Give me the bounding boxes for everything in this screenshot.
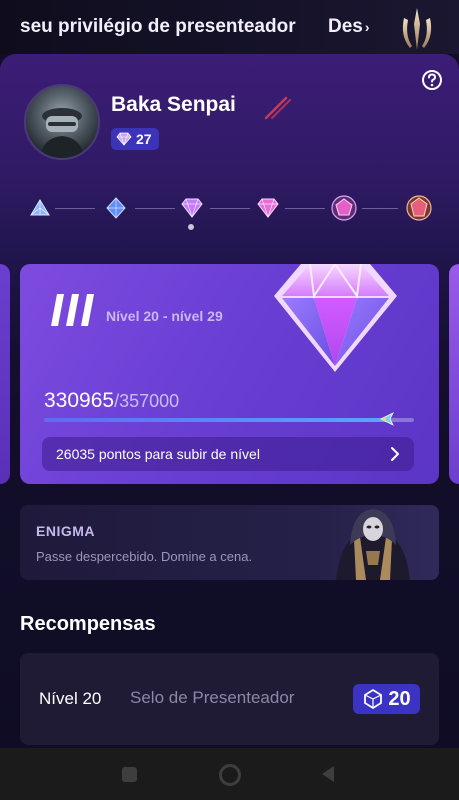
back-icon[interactable] <box>320 764 336 784</box>
next-level-row[interactable]: 26035 pontos para subir de nível <box>42 437 414 471</box>
points-current: 330965 <box>44 389 115 412</box>
level-badge: 27 <box>111 128 159 150</box>
tier-4-icon[interactable] <box>256 198 280 218</box>
enigma-title: ENIGMA <box>36 523 95 539</box>
points-display: 330965/357000 <box>44 389 179 413</box>
level-card[interactable]: Nível 20 - nível 29 330965/357000 26035 … <box>20 264 439 484</box>
track-line <box>55 208 95 209</box>
reward-badge-value: 20 <box>388 687 411 710</box>
reward-badge: 20 <box>353 684 420 714</box>
top-banner: seu privilégio de presenteador Des › <box>0 0 459 54</box>
level-numeral-icon <box>51 294 94 326</box>
track-line <box>285 208 325 209</box>
tier-5-icon[interactable] <box>330 194 358 222</box>
tier-2-icon[interactable] <box>105 196 127 220</box>
level-badge-value: 27 <box>136 131 152 147</box>
tier-1-icon[interactable] <box>29 198 51 218</box>
rewards-title: Recompensas <box>20 613 156 635</box>
reward-level: Nível 20 <box>39 689 102 708</box>
track-line <box>135 208 175 209</box>
current-tier-dot <box>188 224 194 230</box>
diamond-icon <box>274 264 397 372</box>
points-max: /357000 <box>114 391 180 411</box>
home-icon[interactable] <box>219 764 241 786</box>
track-line <box>210 208 250 209</box>
avatar-image <box>40 108 84 158</box>
track-line <box>362 208 398 209</box>
question-circle-icon[interactable] <box>421 69 443 91</box>
avatar[interactable] <box>24 84 100 160</box>
level-range: Nível 20 - nível 29 <box>106 308 223 324</box>
enigma-card[interactable]: ENIGMA Passe despercebido. Domine a cena… <box>20 505 439 580</box>
username: Baka Senpai <box>111 93 236 116</box>
prev-level-card[interactable] <box>0 264 10 484</box>
enigma-subtitle: Passe despercebido. Domine a cena. <box>36 549 253 564</box>
tier-6-icon[interactable] <box>404 194 434 222</box>
reward-name: Selo de Presenteador <box>130 688 295 707</box>
slash-mark-icon <box>264 96 291 120</box>
next-level-card[interactable] <box>449 264 459 484</box>
diamond-icon <box>364 688 383 710</box>
trident-emblem-icon[interactable] <box>392 4 442 54</box>
reward-item[interactable]: Nível 20 Selo de Presenteador 20 <box>20 653 439 745</box>
hooded-figure-image <box>336 509 410 580</box>
progress-marker-icon <box>380 412 394 426</box>
next-level-text: 26035 pontos para subir de nível <box>56 446 260 462</box>
recent-apps-icon[interactable] <box>122 767 137 782</box>
diamond-icon <box>116 132 132 146</box>
progress-bar <box>44 412 414 426</box>
chevron-right-icon: › <box>364 19 370 35</box>
progress-fill <box>44 418 387 422</box>
chevron-right-icon <box>391 447 399 461</box>
tier-3-icon[interactable] <box>180 198 204 218</box>
banner-link[interactable]: Des › <box>328 16 370 38</box>
banner-text: seu privilégio de presenteador <box>20 16 296 37</box>
